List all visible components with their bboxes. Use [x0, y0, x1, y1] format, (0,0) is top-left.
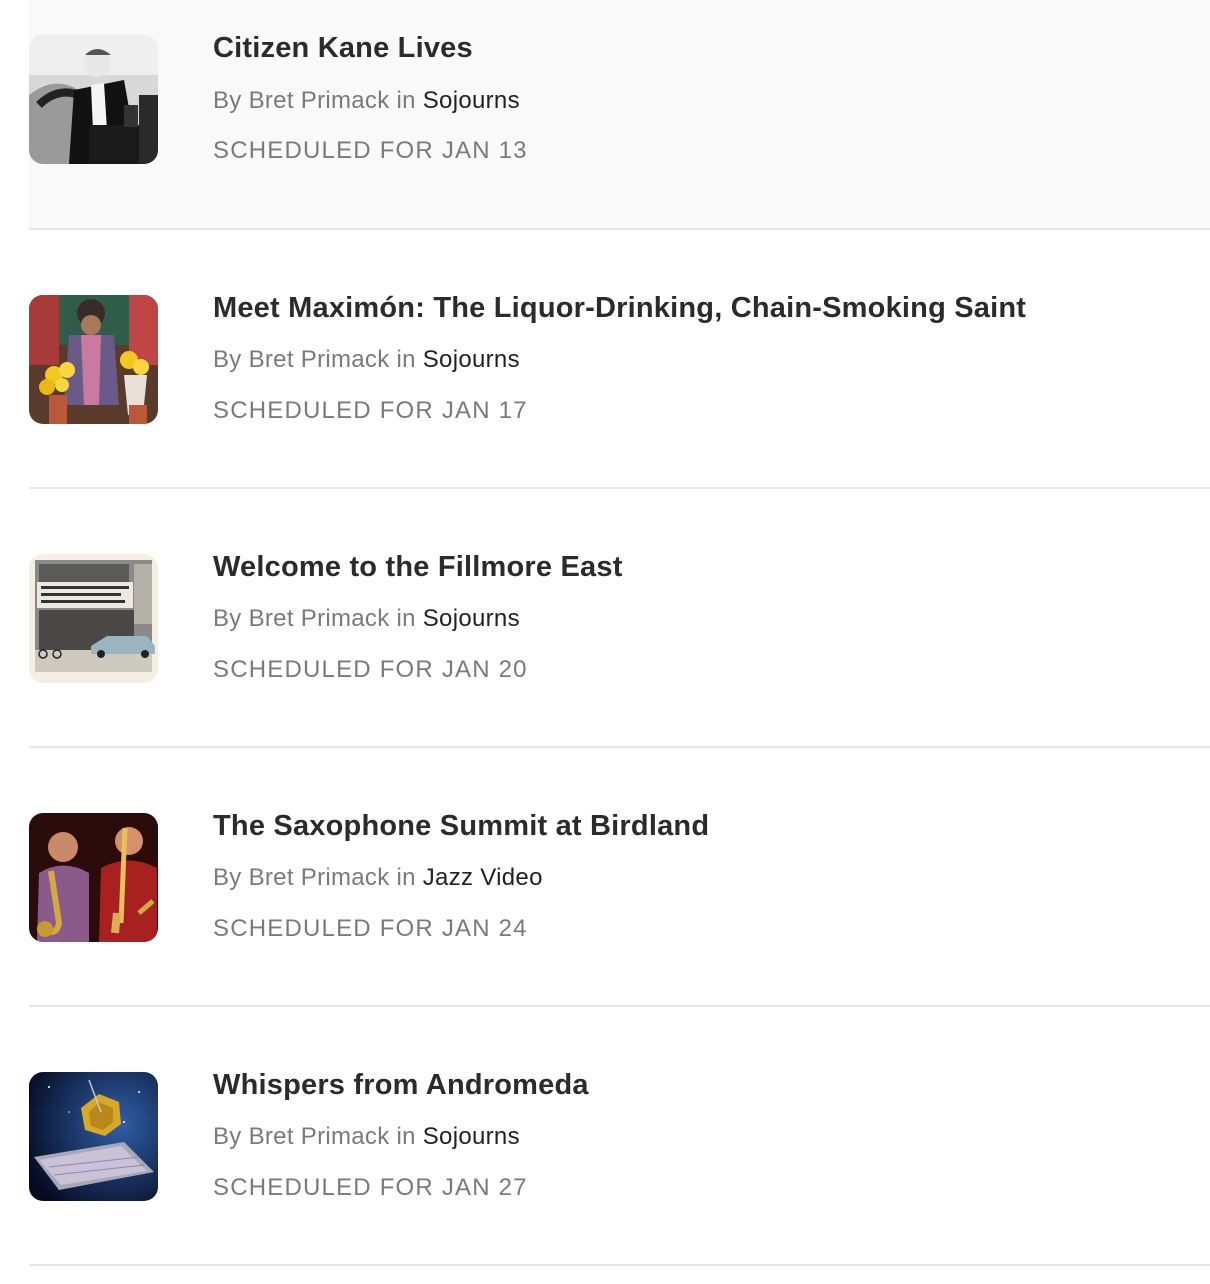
space-telescope-photo-icon[interactable] [29, 1072, 158, 1201]
publication-link[interactable]: Sojourns [423, 346, 520, 373]
author: By Bret Primack [213, 605, 390, 632]
post-row[interactable]: Welcome to the Fillmore East By Bret Pri… [29, 489, 1210, 748]
schedule-label: SCHEDULED FOR JAN 17 [213, 397, 528, 424]
scheduled-posts-list: Citizen Kane Lives By Bret Primack in So… [29, 0, 1210, 1266]
post-row[interactable]: Meet Maximón: The Liquor-Drinking, Chain… [29, 230, 1210, 489]
author: By Bret Primack [213, 87, 390, 114]
schedule-label: SCHEDULED FOR JAN 24 [213, 915, 528, 942]
in-label: in [396, 1123, 416, 1150]
post-row[interactable]: Whispers from Andromeda By Bret Primack … [29, 1007, 1210, 1266]
post-byline: By Bret Primack in Jazz Video [213, 864, 543, 892]
post-row[interactable]: Citizen Kane Lives By Bret Primack in So… [29, 0, 1210, 230]
post-byline: By Bret Primack in Sojourns [213, 605, 520, 633]
in-label: in [396, 605, 416, 632]
post-title[interactable]: Whispers from Andromeda [213, 1069, 589, 1102]
author: By Bret Primack [213, 864, 390, 891]
maximon-shrine-photo-icon[interactable] [29, 295, 158, 424]
publication-link[interactable]: Sojourns [423, 605, 520, 632]
author: By Bret Primack [213, 346, 390, 373]
schedule-label: SCHEDULED FOR JAN 13 [213, 137, 528, 164]
citizen-kane-photo-icon[interactable] [29, 35, 158, 164]
publication-link[interactable]: Jazz Video [423, 864, 543, 891]
in-label: in [396, 864, 416, 891]
post-title[interactable]: Meet Maximón: The Liquor-Drinking, Chain… [213, 292, 1026, 325]
schedule-label: SCHEDULED FOR JAN 20 [213, 656, 528, 683]
in-label: in [396, 346, 416, 373]
saxophonists-photo-icon[interactable] [29, 813, 158, 942]
post-row[interactable]: The Saxophone Summit at Birdland By Bret… [29, 748, 1210, 1007]
post-byline: By Bret Primack in Sojourns [213, 346, 520, 374]
publication-link[interactable]: Sojourns [423, 87, 520, 114]
post-title[interactable]: Citizen Kane Lives [213, 32, 473, 65]
post-title[interactable]: Welcome to the Fillmore East [213, 551, 623, 584]
post-byline: By Bret Primack in Sojourns [213, 87, 520, 115]
fillmore-east-marquee-photo-icon[interactable] [29, 554, 158, 683]
post-byline: By Bret Primack in Sojourns [213, 1123, 520, 1151]
post-title[interactable]: The Saxophone Summit at Birdland [213, 810, 709, 843]
schedule-label: SCHEDULED FOR JAN 27 [213, 1174, 528, 1201]
publication-link[interactable]: Sojourns [423, 1123, 520, 1150]
author: By Bret Primack [213, 1123, 390, 1150]
in-label: in [396, 87, 416, 114]
